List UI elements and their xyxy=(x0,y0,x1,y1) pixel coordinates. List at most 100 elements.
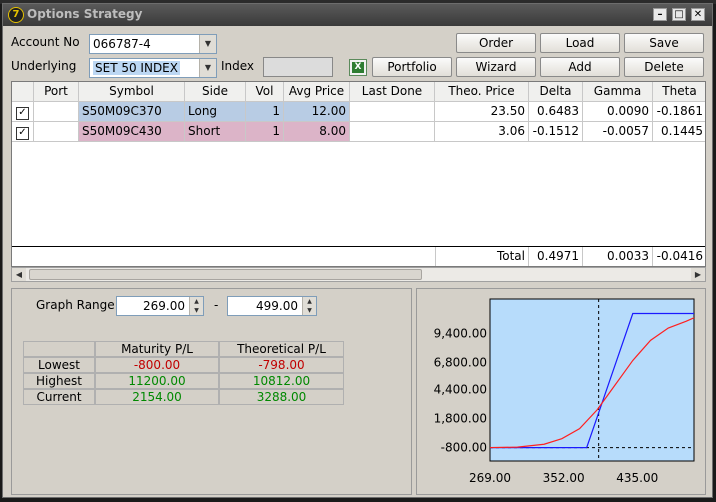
account-label: Account No xyxy=(11,35,80,49)
total-theta: -0.0416 xyxy=(653,247,705,266)
spin-icon[interactable]: ▲ ▼ xyxy=(302,297,316,315)
chevron-down-icon[interactable]: ▼ xyxy=(199,35,216,53)
scroll-thumb[interactable] xyxy=(29,269,422,280)
col-symbol[interactable]: Symbol xyxy=(79,82,185,102)
pl-chart: 9,400.00 6,800.00 4,400.00 1,800.00 -800.00 2… xyxy=(434,298,695,485)
gamma-cell: -0.0057 xyxy=(583,122,653,142)
row-check-cell[interactable]: ✓ xyxy=(12,122,34,142)
total-row: Total 0.4971 0.0033 -0.0416 xyxy=(12,246,705,266)
vol-cell[interactable]: 1 xyxy=(246,122,284,142)
col-delta[interactable]: Delta xyxy=(529,82,583,102)
pl-maturity-value: 11200.00 xyxy=(95,373,219,389)
account-select[interactable]: 066787-4 ▼ xyxy=(89,34,217,54)
window-title: Options Strategy xyxy=(27,7,143,21)
col-theo-price[interactable]: Theo. Price xyxy=(435,82,529,102)
y-tick-label: 4,400.00 xyxy=(434,382,487,396)
wizard-button[interactable]: Wizard xyxy=(456,57,536,77)
index-label: Index xyxy=(221,59,255,73)
symbol-cell[interactable]: S50M09C370 xyxy=(79,102,185,122)
x-tick-label: 269.00 xyxy=(469,471,511,485)
pl-theoretical-value: 3288.00 xyxy=(219,389,344,405)
pl-theoretical-value: 10812.00 xyxy=(219,373,344,389)
theo-price-cell: 3.06 xyxy=(435,122,529,142)
col-check[interactable] xyxy=(12,82,34,102)
spin-icon[interactable]: ▲ ▼ xyxy=(189,297,203,315)
options-strategy-window: 7 Options Strategy – □ ✕ Account No 0667… xyxy=(2,3,713,498)
total-gamma: 0.0033 xyxy=(583,247,653,266)
side-cell[interactable]: Short xyxy=(185,122,246,142)
strategy-grid: Port Symbol Side Vol Avg Price Last Done… xyxy=(11,81,706,267)
pl-row-label: Lowest xyxy=(23,357,95,373)
underlying-label: Underlying xyxy=(11,59,77,73)
row-checkbox[interactable]: ✓ xyxy=(16,107,29,120)
pl-panel: Graph Range 269.00 ▲ ▼ - 499.00 ▲ ▼ Maturi… xyxy=(11,288,412,495)
pl-row-label: Highest xyxy=(23,373,95,389)
pl-header-maturity: Maturity P/L xyxy=(95,341,219,357)
graph-range-separator: - xyxy=(214,298,219,312)
col-theta[interactable]: Theta xyxy=(653,82,705,102)
last-done-cell xyxy=(350,122,435,142)
plot-area xyxy=(489,298,695,462)
delta-cell: 0.6483 xyxy=(529,102,583,122)
export-excel-button[interactable]: X xyxy=(349,59,367,76)
port-cell[interactable] xyxy=(34,102,79,122)
pl-maturity-value: -800.00 xyxy=(95,357,219,373)
gamma-cell: 0.0090 xyxy=(583,102,653,122)
col-side[interactable]: Side xyxy=(185,82,246,102)
theta-cell: 0.1445 xyxy=(653,122,705,142)
scroll-left-icon[interactable]: ◀ xyxy=(12,268,26,281)
underlying-select[interactable]: SET 50 INDEX ▼ xyxy=(89,58,217,78)
side-cell[interactable]: Long xyxy=(185,102,246,122)
excel-icon: X xyxy=(352,62,364,73)
pl-header-blank xyxy=(23,341,95,357)
col-last-done[interactable]: Last Done xyxy=(350,82,435,102)
chevron-down-icon[interactable]: ▼ xyxy=(199,59,216,77)
underlying-value: SET 50 INDEX xyxy=(93,61,180,75)
graph-range-label: Graph Range xyxy=(36,298,115,312)
col-vol[interactable]: Vol xyxy=(246,82,284,102)
y-tick-label: -800.00 xyxy=(441,441,487,455)
port-cell[interactable] xyxy=(34,122,79,142)
minimize-icon[interactable]: – xyxy=(653,8,667,21)
app-logo-icon: 7 xyxy=(8,7,24,23)
delta-cell: -0.1512 xyxy=(529,122,583,142)
symbol-cell[interactable]: S50M09C430 xyxy=(79,122,185,142)
maximize-icon[interactable]: □ xyxy=(672,8,686,21)
col-port[interactable]: Port xyxy=(34,82,79,102)
total-delta: 0.4971 xyxy=(529,247,583,266)
save-button[interactable]: Save xyxy=(624,33,704,53)
y-tick-label: 9,400.00 xyxy=(434,327,487,341)
row-check-cell[interactable]: ✓ xyxy=(12,102,34,122)
portfolio-button[interactable]: Portfolio xyxy=(372,57,452,77)
theta-cell: -0.1861 xyxy=(653,102,705,122)
title-bar[interactable]: 7 Options Strategy – □ ✕ xyxy=(3,4,712,26)
delete-button[interactable]: Delete xyxy=(624,57,704,77)
col-gamma[interactable]: Gamma xyxy=(583,82,653,102)
row-checkbox[interactable]: ✓ xyxy=(16,127,29,140)
graph-range-from[interactable]: 269.00 ▲ ▼ xyxy=(116,296,204,316)
chart-panel: 9,400.00 6,800.00 4,400.00 1,800.00 -800.00 2… xyxy=(416,288,706,495)
order-button[interactable]: Order xyxy=(456,33,536,53)
col-avg-price[interactable]: Avg Price xyxy=(284,82,350,102)
close-icon[interactable]: ✕ xyxy=(691,8,705,21)
avg-price-cell[interactable]: 8.00 xyxy=(284,122,350,142)
graph-range-to[interactable]: 499.00 ▲ ▼ xyxy=(227,296,317,316)
load-button[interactable]: Load xyxy=(540,33,620,53)
avg-price-cell[interactable]: 12.00 xyxy=(284,102,350,122)
y-tick-label: 1,800.00 xyxy=(434,412,487,426)
x-tick-label: 352.00 xyxy=(543,471,585,485)
pl-theoretical-value: -798.00 xyxy=(219,357,344,373)
x-tick-label: 435.00 xyxy=(616,471,658,485)
index-field xyxy=(263,57,333,77)
add-button[interactable]: Add xyxy=(540,57,620,77)
graph-range-to-value: 499.00 xyxy=(256,299,298,313)
y-tick-label: 6,800.00 xyxy=(434,356,487,370)
last-done-cell xyxy=(350,102,435,122)
theo-price-cell: 23.50 xyxy=(435,102,529,122)
horizontal-scrollbar[interactable]: ◀ ▶ xyxy=(11,267,706,282)
graph-range-from-value: 269.00 xyxy=(143,299,185,313)
vol-cell[interactable]: 1 xyxy=(246,102,284,122)
scroll-right-icon[interactable]: ▶ xyxy=(691,268,705,281)
account-value: 066787-4 xyxy=(93,37,151,51)
total-label: Total xyxy=(435,247,529,266)
